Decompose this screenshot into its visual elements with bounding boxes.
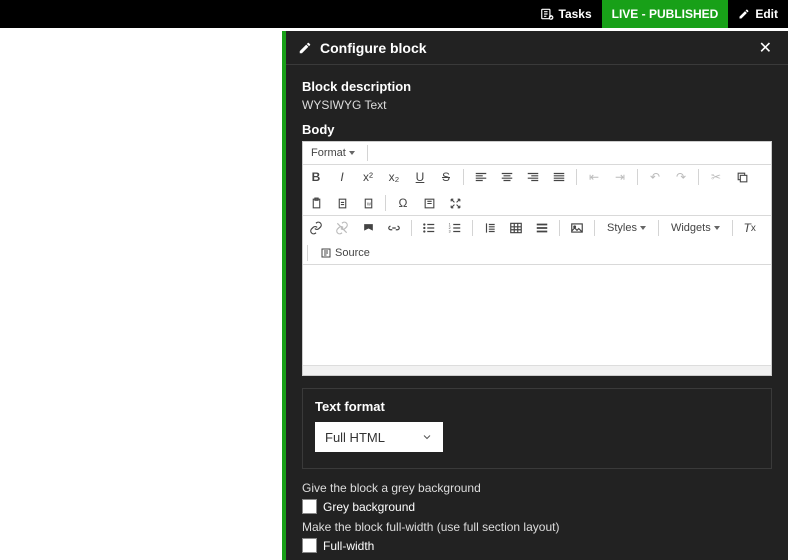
tasks-button[interactable]: Tasks: [530, 0, 602, 28]
numbered-list-icon[interactable]: 123: [446, 219, 464, 237]
toolbar-separator: [385, 195, 386, 211]
grey-bg-help: Give the block a grey background: [302, 481, 772, 495]
outdent-icon[interactable]: ⇤: [585, 168, 603, 186]
full-width-row: Full-width: [302, 538, 772, 553]
pencil-icon: [298, 41, 312, 55]
toolbar-separator: [698, 169, 699, 185]
grey-bg-checkbox[interactable]: [302, 499, 317, 514]
full-width-label: Full-width: [323, 539, 374, 553]
paste-icon[interactable]: [307, 194, 325, 212]
horizontal-rule-icon[interactable]: [533, 219, 551, 237]
toolbar-separator: [559, 220, 560, 236]
chevron-down-icon: [714, 226, 720, 230]
anchor-icon[interactable]: [359, 219, 377, 237]
tasks-icon: [540, 7, 554, 21]
bulleted-list-icon[interactable]: [420, 219, 438, 237]
format-dropdown[interactable]: Format: [307, 146, 359, 160]
remove-format-icon[interactable]: Tx: [741, 219, 759, 237]
chevron-down-icon: [421, 431, 433, 443]
grey-bg-row: Grey background: [302, 499, 772, 514]
text-format-box: Text format Full HTML: [302, 388, 772, 469]
insert-block-icon[interactable]: [420, 194, 438, 212]
text-format-value: Full HTML: [325, 430, 385, 445]
format-dropdown-label: Format: [311, 147, 346, 159]
source-icon: [320, 247, 332, 259]
table-icon[interactable]: [507, 219, 525, 237]
pencil-icon: [738, 8, 750, 20]
image-icon[interactable]: [568, 219, 586, 237]
edit-button[interactable]: Edit: [728, 0, 788, 28]
widgets-dropdown[interactable]: Widgets: [667, 221, 724, 235]
body-label: Body: [302, 122, 772, 137]
widgets-dropdown-label: Widgets: [671, 222, 711, 234]
chevron-down-icon: [349, 151, 355, 155]
wysiwyg-editor: Format B I x² x₂ U S: [302, 141, 772, 376]
panel-header: Configure block ✕: [286, 31, 788, 65]
edit-label: Edit: [755, 7, 778, 21]
editor-resize-handle[interactable]: [303, 365, 771, 375]
full-width-checkbox[interactable]: [302, 538, 317, 553]
text-format-select[interactable]: Full HTML: [315, 422, 443, 452]
close-icon[interactable]: ✕: [755, 36, 776, 60]
svg-text:3: 3: [449, 230, 451, 234]
text-format-label: Text format: [315, 399, 759, 414]
editor-toolbar-row-2: B I x² x₂ U S ⇤: [303, 165, 771, 216]
subscript-icon[interactable]: x₂: [385, 168, 403, 186]
toolbar-separator: [307, 245, 308, 261]
strikethrough-icon[interactable]: S: [437, 168, 455, 186]
full-width-help: Make the block full-width (use full sect…: [302, 520, 772, 534]
undo-icon[interactable]: ↶: [646, 168, 664, 186]
tasks-label: Tasks: [559, 7, 592, 21]
copy-icon[interactable]: [733, 168, 751, 186]
editor-content-area[interactable]: [303, 265, 771, 365]
grey-bg-label: Grey background: [323, 500, 415, 514]
configure-block-panel: Configure block ✕ Block description WYSI…: [282, 31, 788, 560]
source-button[interactable]: Source: [316, 246, 374, 260]
linkit-icon[interactable]: [385, 219, 403, 237]
editor-toolbar-row-1: Format: [303, 142, 771, 165]
admin-topbar: Tasks LIVE - PUBLISHED Edit: [0, 0, 788, 28]
styles-dropdown-label: Styles: [607, 222, 637, 234]
toolbar-separator: [594, 220, 595, 236]
align-left-icon[interactable]: [472, 168, 490, 186]
redo-icon[interactable]: ↷: [672, 168, 690, 186]
link-icon[interactable]: [307, 219, 325, 237]
superscript-icon[interactable]: x²: [359, 168, 377, 186]
bold-icon[interactable]: B: [307, 168, 325, 186]
toolbar-separator: [367, 145, 368, 161]
cut-icon[interactable]: ✂: [707, 168, 725, 186]
align-right-icon[interactable]: [524, 168, 542, 186]
blockquote-icon[interactable]: [481, 219, 499, 237]
chevron-down-icon: [640, 226, 646, 230]
panel-body: Block description WYSIWYG Text Body Form…: [286, 65, 788, 560]
live-status-label: LIVE - PUBLISHED: [612, 7, 719, 21]
indent-icon[interactable]: ⇥: [611, 168, 629, 186]
toolbar-separator: [576, 169, 577, 185]
svg-text:W: W: [366, 201, 371, 206]
toolbar-separator: [472, 220, 473, 236]
live-status[interactable]: LIVE - PUBLISHED: [602, 0, 729, 28]
toolbar-separator: [637, 169, 638, 185]
block-description-value: WYSIWYG Text: [302, 98, 772, 112]
maximize-icon[interactable]: [446, 194, 464, 212]
special-char-icon[interactable]: Ω: [394, 194, 412, 212]
block-description-label: Block description: [302, 79, 772, 94]
underline-icon[interactable]: U: [411, 168, 429, 186]
panel-title: Configure block: [320, 40, 755, 56]
styles-dropdown[interactable]: Styles: [603, 221, 650, 235]
toolbar-separator: [411, 220, 412, 236]
unlink-icon[interactable]: [333, 219, 351, 237]
source-label: Source: [335, 247, 370, 259]
paste-word-icon[interactable]: W: [359, 194, 377, 212]
toolbar-separator: [463, 169, 464, 185]
align-center-icon[interactable]: [498, 168, 516, 186]
paste-text-icon[interactable]: [333, 194, 351, 212]
toolbar-separator: [732, 220, 733, 236]
toolbar-separator: [658, 220, 659, 236]
align-justify-icon[interactable]: [550, 168, 568, 186]
italic-icon[interactable]: I: [333, 168, 351, 186]
editor-toolbar-row-3: 123 Styles: [303, 216, 771, 265]
